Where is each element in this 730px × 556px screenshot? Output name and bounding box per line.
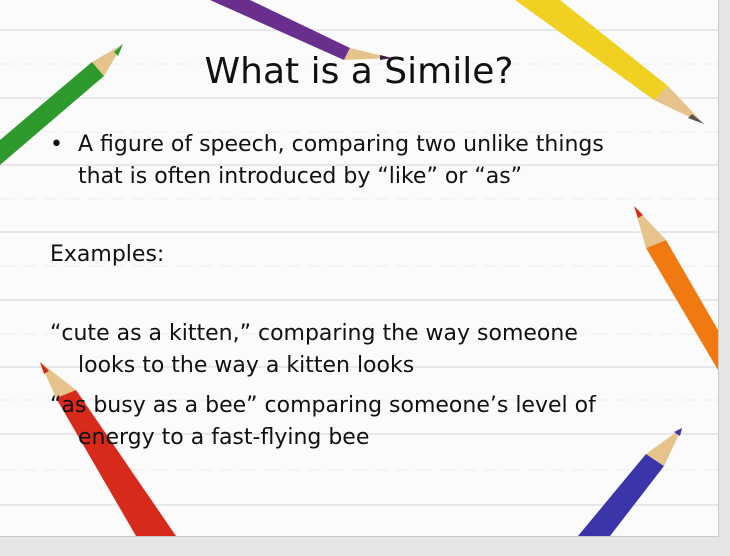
slide: What is a Simile? • A figure of speech, … xyxy=(0,0,719,537)
example-2-line-1: “as busy as a bee” comparing someone’s l… xyxy=(50,393,596,418)
bullet-marker: • xyxy=(50,132,63,157)
bullet-text-line-2: that is often introduced by “like” or “a… xyxy=(78,164,523,189)
example-1-line-2: looks to the way a kitten looks xyxy=(78,353,415,378)
bullet-text-line-1: A figure of speech, comparing two unlike… xyxy=(78,132,604,157)
orange-pencil xyxy=(634,206,718,370)
slide-title: What is a Simile? xyxy=(204,51,514,92)
example-2-line-2: energy to a fast-flying bee xyxy=(78,425,370,450)
example-1-line-1: “cute as a kitten,” comparing the way so… xyxy=(50,321,578,346)
blue-pencil xyxy=(578,428,682,536)
examples-heading: Examples: xyxy=(50,242,165,267)
